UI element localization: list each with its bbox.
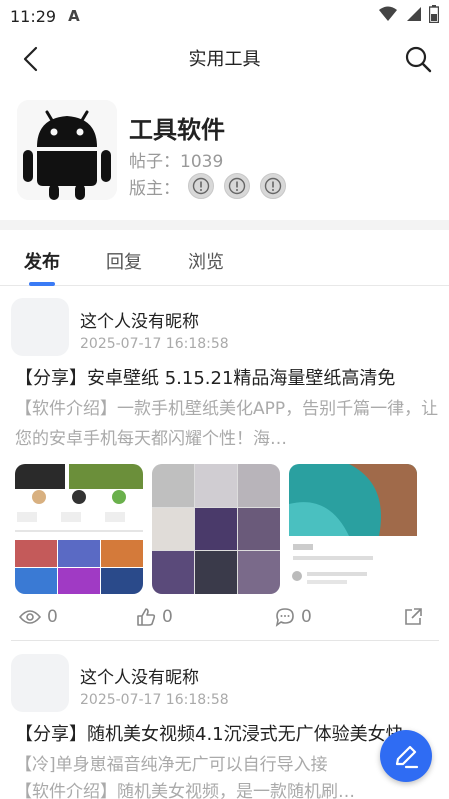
- forum-moderators: 版主：: [129, 173, 296, 199]
- status-bar: 11:29 A: [0, 0, 449, 32]
- moderator-avatar[interactable]: [224, 173, 250, 199]
- post-time: 2025-07-17 16:18:58: [80, 692, 229, 708]
- app-bar: 实用工具: [0, 32, 449, 84]
- notification-icon: A: [68, 7, 80, 25]
- share-icon: [405, 608, 422, 625]
- info-icon: [192, 177, 210, 195]
- forum-header: 工具软件 帖子：1039 版主：: [0, 92, 449, 212]
- comments-value: 0: [301, 607, 312, 627]
- post-image[interactable]: [15, 464, 143, 594]
- avatar[interactable]: [11, 654, 69, 712]
- moderators-label: 版主：: [129, 178, 180, 199]
- pencil-icon: [395, 745, 419, 769]
- post-excerpt: 【冷]单身崽福音纯净无广可以自行导入接: [15, 755, 328, 775]
- post-excerpt: 【软件介绍】一款手机壁纸美化APP，告别千篇一律，让您的安卓手机每天都闪耀个性！…: [15, 399, 439, 449]
- search-button[interactable]: [401, 42, 435, 76]
- post-image[interactable]: [152, 464, 280, 594]
- post-author[interactable]: 这个人没有昵称: [80, 663, 199, 688]
- battery-icon: [428, 5, 440, 27]
- views-value: 0: [47, 607, 58, 627]
- post-author[interactable]: 这个人没有昵称: [80, 307, 199, 332]
- forum-logo: [17, 100, 117, 200]
- tab-publish[interactable]: 发布: [24, 248, 60, 274]
- forum-name: 工具软件: [129, 116, 225, 144]
- tab-indicator: [29, 282, 55, 286]
- eye-icon: [19, 610, 41, 624]
- avatar[interactable]: [11, 298, 69, 356]
- post-actions: 0 0 0: [0, 604, 449, 634]
- status-time: 11:29: [10, 6, 57, 26]
- likes-value: 0: [162, 607, 173, 627]
- info-icon: [228, 177, 246, 195]
- tab-bar: 发布 回复 浏览: [0, 232, 449, 286]
- moderator-avatar[interactable]: [188, 173, 214, 199]
- moderator-avatar[interactable]: [260, 173, 286, 199]
- comment-button[interactable]: 0: [275, 607, 312, 627]
- post-title[interactable]: 【分享】随机美女视频4.1沉浸式无广体验美女快: [15, 720, 435, 746]
- compose-button[interactable]: [380, 730, 432, 782]
- share-button[interactable]: [403, 607, 423, 631]
- signal-icon: [405, 6, 421, 26]
- forum-post-count: 帖子：1039: [129, 152, 224, 172]
- post-divider: [11, 640, 439, 641]
- post-images: [15, 464, 420, 594]
- page-title: 实用工具: [188, 49, 261, 70]
- comment-icon: [275, 608, 294, 627]
- post-excerpt: 【软件介绍】随机美女视频，是一款随机刷…: [15, 782, 355, 799]
- search-icon: [405, 46, 432, 73]
- tab-reply[interactable]: 回复: [106, 248, 142, 274]
- android-icon: [17, 100, 117, 200]
- post-title[interactable]: 【分享】安卓壁纸 5.15.21精品海量壁纸高清免: [15, 364, 435, 390]
- back-button[interactable]: [14, 42, 48, 76]
- tab-browse[interactable]: 浏览: [188, 248, 224, 274]
- post-image[interactable]: [289, 464, 417, 594]
- post-time: 2025-07-17 16:18:58: [80, 336, 229, 352]
- views-count: 0: [19, 607, 58, 627]
- wifi-icon: [379, 6, 397, 26]
- thumbs-up-icon: [137, 608, 156, 626]
- info-icon: [264, 177, 282, 195]
- like-button[interactable]: 0: [136, 607, 173, 627]
- back-arrow-icon: [23, 46, 38, 72]
- section-divider: [0, 220, 449, 230]
